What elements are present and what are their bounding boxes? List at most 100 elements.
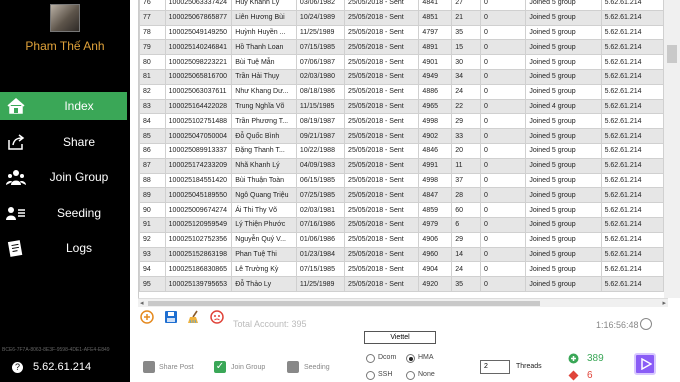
accounts-grid[interactable]: 76 100025063337424 Huy Khánh Lý 03/06/1982 2… [138,0,664,298]
table-cell: 10/24/1989 [295,9,346,26]
table-cell: Lê Trường Kỳ [231,261,297,278]
table-cell: Joined 5 group [525,68,602,85]
horizontal-scrollbar[interactable]: ◂ ▸ [138,298,668,307]
table-row[interactable]: 83 100025164422028 Trung Nghĩa Võ 11/15/198… [139,98,664,115]
threads-input[interactable]: 2 [480,360,510,374]
table-cell: 100025009674274 [164,202,233,218]
accounts-table: 76 100025063337424 Huy Khánh Lý 03/06/1982 2… [139,0,664,292]
table-cell: 78 [139,24,166,41]
none-radio[interactable] [406,371,415,380]
table-row[interactable]: 90 100025009674274 Ái Thi Thy Võ 02/03/1981… [139,202,664,218]
hma-radio[interactable] [406,354,415,363]
table-cell: 0 [479,9,527,26]
start-button[interactable] [634,353,656,375]
table-cell: Joined 5 group [525,157,602,174]
table-cell: Nguyễn Quý V... [231,231,297,248]
nav-label-join-group: Join Group [49,170,109,184]
table-cell: 4904 [418,261,453,278]
table-cell: 4886 [418,83,453,100]
vertical-scrollbar[interactable] [664,0,680,298]
table-cell: Bùi Thuận Toàn [231,172,297,189]
table-row[interactable]: 95 100025139795653 Đỗ Thảo Ly 11/25/1989 25/… [139,276,664,292]
horizontal-scroll-thumb[interactable] [148,301,540,306]
table-cell: 76 [139,0,166,11]
table-row[interactable]: 80 100025098223221 Bùi Tuệ Mẫn 07/06/1987 25… [139,54,664,70]
table-row[interactable]: 93 100025152863198 Phan Tuệ Thi 01/23/1984 2… [139,246,664,263]
table-row[interactable]: 82 100025063037611 Như Khang Dư... 08/18/19… [139,83,664,100]
table-cell: 02/03/1981 [295,202,346,218]
home-icon [7,98,25,114]
table-cell: 100025047050004 [164,128,233,144]
table-row[interactable]: 78 100025049149250 Huỳnh Huyền ... 11/25/19… [139,24,664,41]
table-cell: 4920 [418,276,453,292]
table-cell: 95 [139,276,166,292]
nav-label-logs: Logs [65,241,93,255]
table-cell: 100025065816700 [164,68,233,85]
table-row[interactable]: 76 100025063337424 Huy Khánh Lý 03/06/1982 2… [139,0,664,11]
table-row[interactable]: 79 100025140246841 Hồ Thanh Loan 07/15/1985… [139,39,664,56]
table-row[interactable]: 86 100025089913337 Đặng Thanh T... 10/22/19… [139,142,664,159]
table-cell: 25/05/2018 - Sent [344,68,420,85]
table-cell: 89 [139,187,166,204]
table-row[interactable]: 77 100025067865877 Liên Hương Bùi 10/24/198… [139,9,664,26]
table-cell: 5.62.61.214 [600,0,664,11]
table-cell: 85 [139,128,166,144]
add-icon[interactable] [140,310,154,324]
table-row[interactable]: 87 100025174233209 Nhã Khanh Lý 04/09/1983 2… [139,157,664,174]
table-cell: Joined 5 group [525,246,602,263]
table-row[interactable]: 91 100025120959549 Lý Thiện Phước 07/16/198… [139,216,664,233]
nav-item-logs[interactable]: Logs [0,234,127,262]
table-cell: 0 [479,202,527,218]
table-row[interactable]: 84 100025102751488 Trần Phương T... 08/19/1… [139,113,664,130]
scroll-left-icon[interactable]: ◂ [140,299,144,307]
avatar [50,4,80,32]
scroll-right-icon[interactable]: ▸ [662,299,666,307]
save-icon[interactable] [164,310,178,324]
table-cell: 5.62.61.214 [600,172,664,189]
table-cell: 25/05/2018 - Sent [344,187,420,204]
nav-item-share[interactable]: Share [0,128,127,156]
table-cell: 4841 [418,0,453,11]
table-cell: 86 [139,142,166,159]
table-cell: 01/23/1984 [295,246,346,263]
table-cell: Joined 5 group [525,261,602,278]
table-cell: 25/05/2018 - Sent [344,24,420,41]
stop-icon[interactable] [210,310,224,324]
table-cell: 5.62.61.214 [600,187,664,204]
table-cell: 25/05/2018 - Sent [344,172,420,189]
ssh-radio[interactable] [366,371,375,380]
table-row[interactable]: 94 100025186830865 Lê Trường Kỳ 07/15/1985 2… [139,261,664,278]
table-cell: 25/05/2018 - Sent [344,261,420,278]
table-cell: 5.62.61.214 [600,216,664,233]
table-cell: 28 [451,187,481,204]
dcom-radio[interactable] [366,354,375,363]
table-cell: 25/05/2018 - Sent [344,246,420,263]
table-cell: Joined 5 group [525,83,602,100]
table-row[interactable]: 92 100025102752356 Nguyễn Quý V... 01/06/19… [139,231,664,248]
table-cell: 25/05/2018 - Sent [344,157,420,174]
table-cell: 0 [479,246,527,263]
help-icon[interactable]: ? [12,362,23,373]
table-row[interactable]: 85 100025047050004 Đỗ Quốc Bình 09/21/1987 2… [139,128,664,144]
success-count: 389 [587,353,604,364]
sidebar: Pham Thế Anh Index Share Join Group Seed… [0,0,130,382]
nav-item-join-group[interactable]: Join Group [0,163,127,191]
table-cell: 07/06/1987 [295,54,346,70]
vertical-scroll-thumb[interactable] [667,45,677,63]
table-cell: 92 [139,231,166,248]
table-row[interactable]: 81 100025065816700 Trần Hải Thụy 02/03/1980… [139,68,664,85]
table-cell: 0 [479,216,527,233]
seeding-checkbox[interactable] [287,361,299,373]
clean-icon[interactable] [187,310,201,324]
nav-item-seeding[interactable]: Seeding [0,199,127,227]
join-group-checkbox[interactable]: ✓ [214,361,226,373]
carrier-display[interactable]: Viettel [364,331,436,344]
table-row[interactable]: 89 100025045189550 Ngô Quang Triệu 07/25/19… [139,187,664,204]
nav-item-index[interactable]: Index [0,92,127,120]
table-cell: 25/05/2018 - Sent [344,9,420,26]
table-cell: 100025152863198 [164,246,233,263]
table-cell: 91 [139,216,166,233]
share-post-checkbox[interactable] [143,361,155,373]
table-cell: 100025184551420 [164,172,233,189]
table-row[interactable]: 88 100025184551420 Bùi Thuận Toàn 06/15/198… [139,172,664,189]
